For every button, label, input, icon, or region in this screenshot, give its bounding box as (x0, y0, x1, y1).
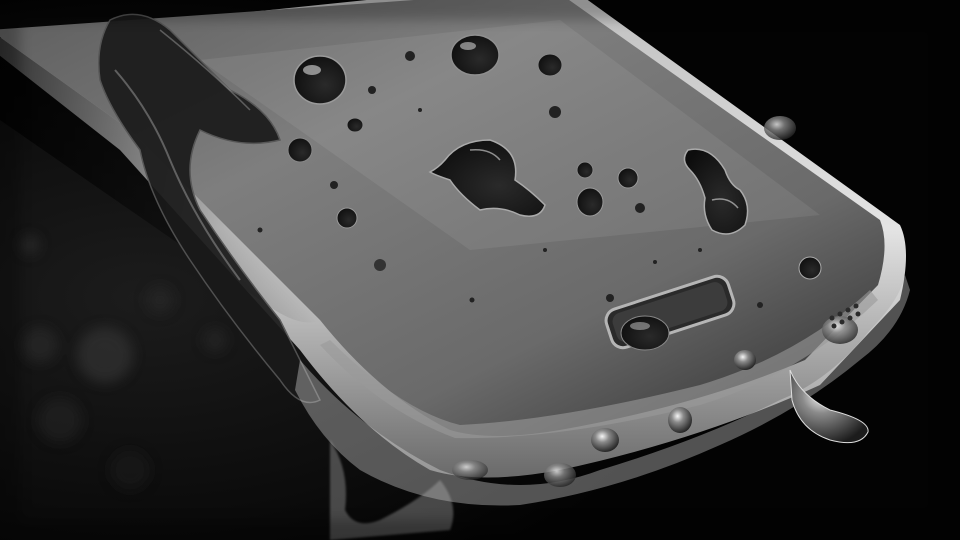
photo-scene (0, 0, 960, 540)
